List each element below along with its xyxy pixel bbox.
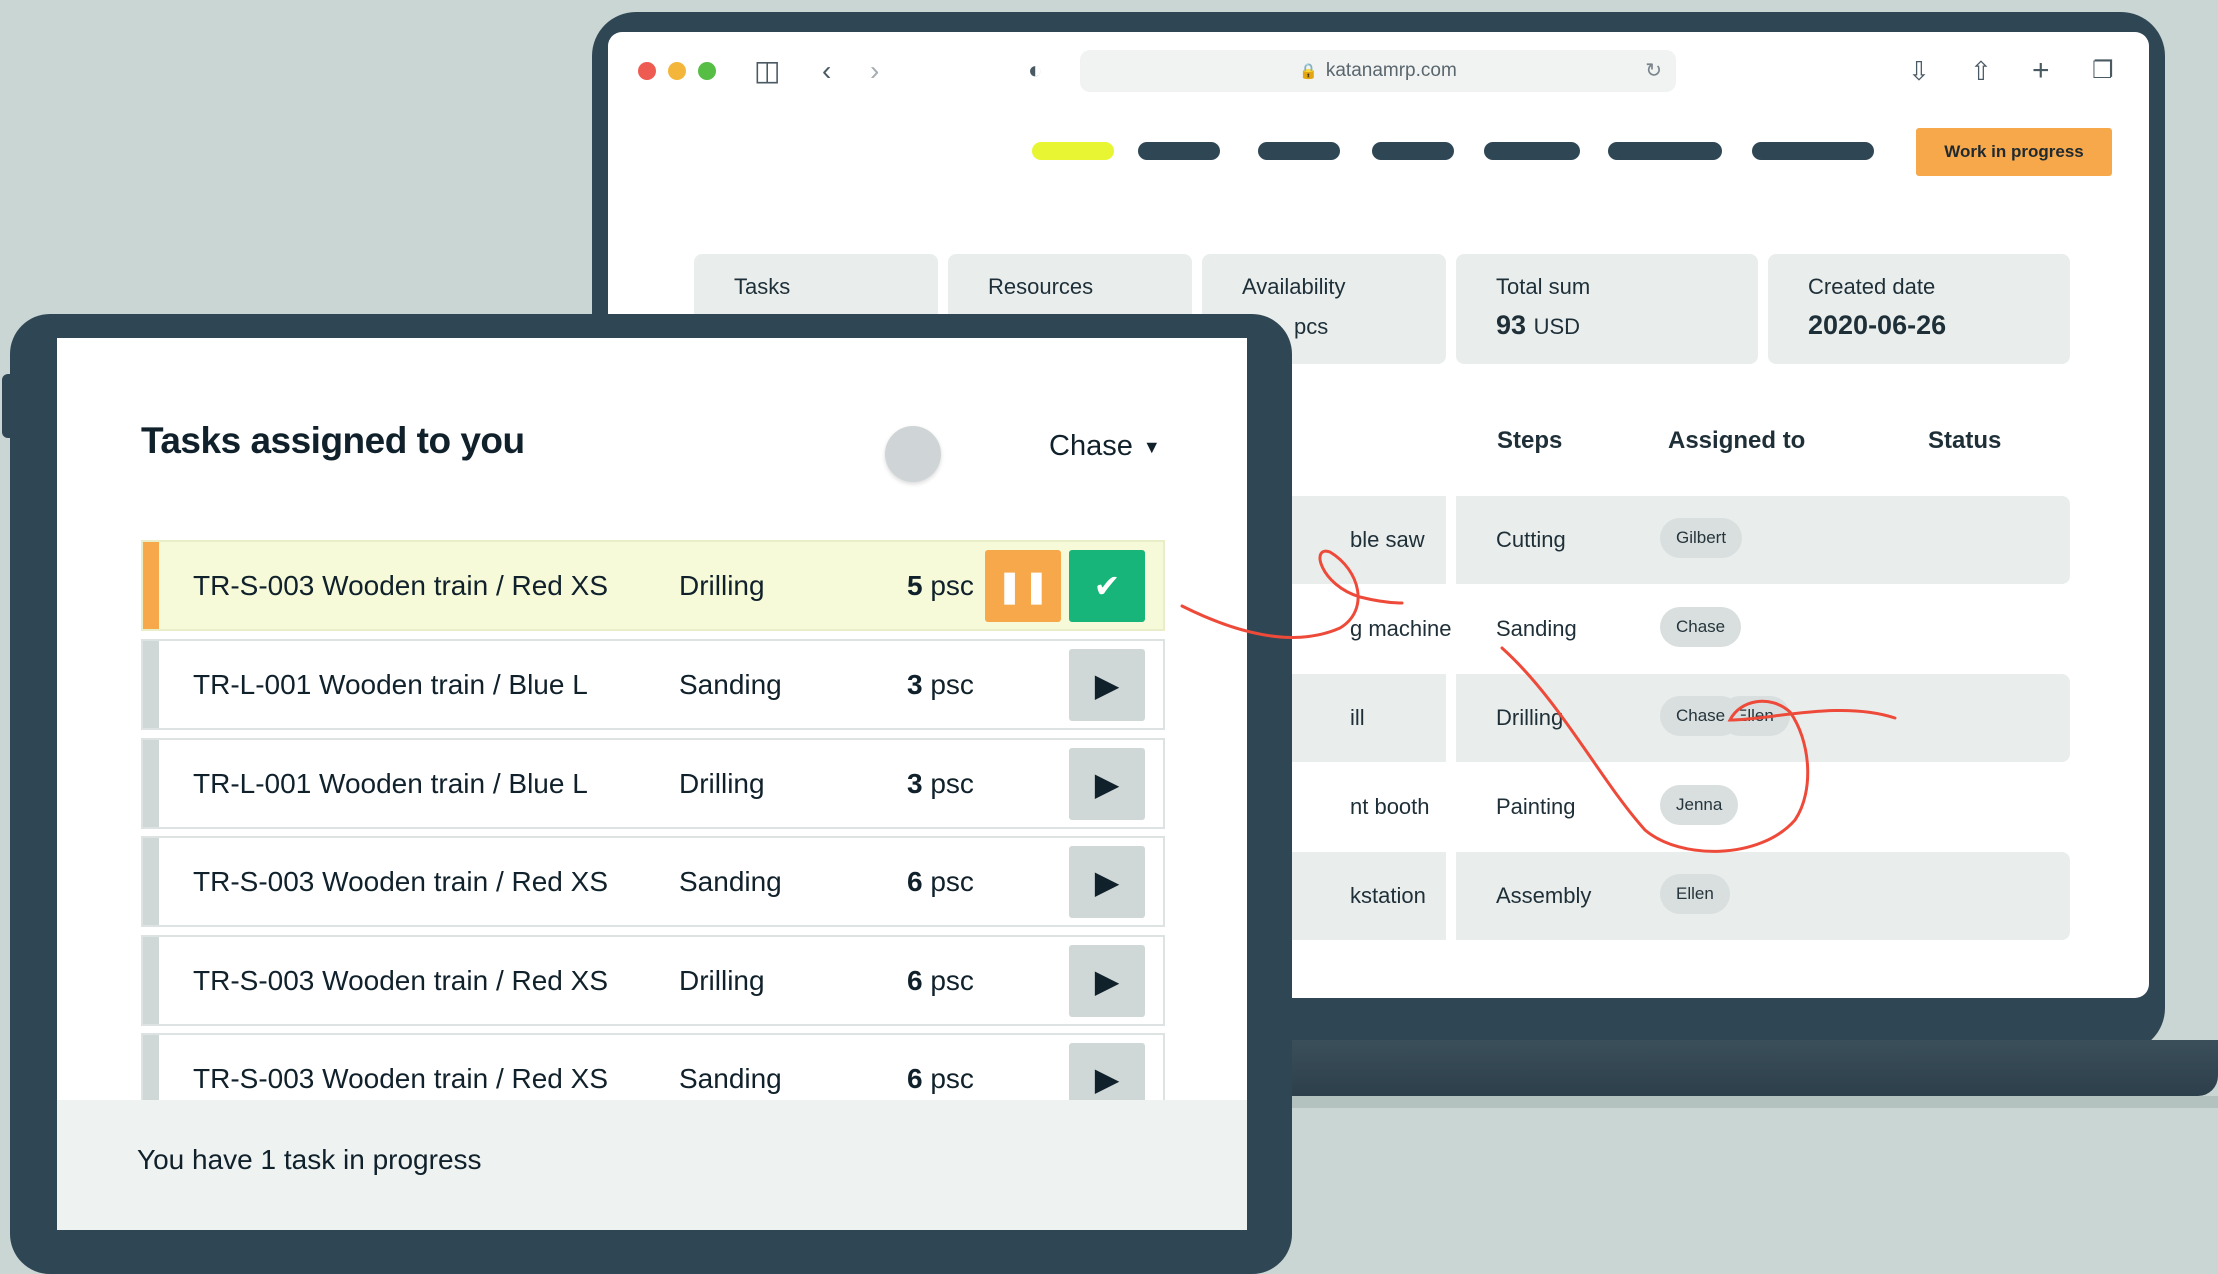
- page-title: Tasks assigned to you: [141, 420, 525, 461]
- reload-icon[interactable]: ↻: [1645, 58, 1662, 83]
- task-name: TR-S-003 Wooden train / Red XS: [193, 965, 609, 996]
- pause-button[interactable]: ❚❚: [985, 550, 1061, 622]
- resource-name: ill: [1350, 705, 1365, 730]
- created-date-label: Created date: [1808, 274, 1936, 299]
- task-quantity: 3 psc: [907, 768, 974, 799]
- resource-name: kstation: [1350, 883, 1426, 908]
- task-progress-summary: You have 1 task in progress: [137, 1144, 482, 1175]
- status-footer: You have 1 task in progress: [57, 1100, 1247, 1230]
- assignee-chip[interactable]: Chase: [1660, 607, 1742, 647]
- back-icon[interactable]: ‹: [822, 54, 831, 88]
- step-name: Assembly: [1496, 883, 1592, 908]
- tablet-screen: Tasks assigned to you Chase ▼ TR-S-003 Wo…: [57, 338, 1247, 1230]
- decorative-stroke: [0, 0, 2, 113]
- nav-item[interactable]: [1752, 142, 1874, 160]
- nav-item[interactable]: [1258, 142, 1340, 160]
- assigned-to-header: Assigned to: [1668, 427, 1806, 454]
- nav-item[interactable]: [1608, 142, 1722, 160]
- laptop-base-shadow: [1290, 1096, 2218, 1108]
- start-button[interactable]: ▶: [1069, 945, 1145, 1017]
- task-name: TR-L-001 Wooden train / Blue L: [193, 669, 588, 700]
- status-header: Status: [1928, 427, 2002, 454]
- assignee-chip[interactable]: Ellen: [1660, 874, 1730, 914]
- address-bar[interactable]: 🔒 katanamrp.com ↻: [1080, 50, 1676, 92]
- task-quantity: 5 psc: [907, 570, 974, 601]
- start-button[interactable]: ▶: [1069, 748, 1145, 820]
- nav-item[interactable]: [1484, 142, 1580, 160]
- task-step: Sanding: [679, 866, 782, 897]
- download-icon[interactable]: ⇩: [1908, 54, 1930, 88]
- browser-toolbar: ◫ ‹ › ◐ 🔒 katanamrp.com ↻ ⇩ ⇧ + ❐: [608, 32, 2149, 142]
- created-date-card: Created date 2020-06-26: [1768, 254, 2070, 364]
- task-status-stripe: [143, 641, 159, 728]
- step-name: Cutting: [1496, 527, 1566, 552]
- task-row[interactable]: TR-S-003 Wooden train / Red XS Drilling …: [141, 540, 1165, 631]
- step-name: Sanding: [1496, 616, 1577, 641]
- new-tab-icon[interactable]: +: [2032, 54, 2050, 88]
- resource-name: g machine: [1350, 616, 1452, 641]
- task-row[interactable]: TR-S-003 Wooden train / Red XS Sanding 6…: [141, 836, 1165, 927]
- task-step: Drilling: [679, 965, 765, 996]
- chevron-down-icon: ▼: [1142, 436, 1161, 457]
- nav-item[interactable]: [1372, 142, 1454, 160]
- step-name: Painting: [1496, 794, 1576, 819]
- zoom-window-button[interactable]: [698, 62, 716, 80]
- task-row[interactable]: TR-S-003 Wooden train / Red XS Drilling …: [141, 935, 1165, 1026]
- task-status-stripe: [143, 740, 159, 827]
- share-icon[interactable]: ⇧: [1970, 54, 1992, 88]
- start-button[interactable]: ▶: [1069, 846, 1145, 918]
- task-name: TR-S-003 Wooden train / Red XS: [193, 570, 609, 601]
- availability-value: pcs: [1294, 314, 1329, 339]
- total-sum-unit: USD: [1533, 314, 1581, 339]
- user-name: Chase: [1049, 430, 1133, 462]
- task-step: Drilling: [679, 768, 765, 799]
- user-dropdown[interactable]: Chase ▼: [1049, 430, 1161, 463]
- tabs-icon[interactable]: ❐: [2092, 54, 2114, 88]
- created-date-value: 2020-06-26: [1808, 310, 1947, 340]
- steps-header: Steps: [1497, 427, 1563, 454]
- availability-label: Availability: [1242, 274, 1346, 299]
- total-sum-label: Total sum: [1496, 274, 1591, 299]
- nav-item-active[interactable]: [1032, 142, 1114, 160]
- close-window-button[interactable]: [638, 62, 656, 80]
- tasks-label: Tasks: [734, 274, 791, 299]
- avatar[interactable]: [885, 426, 941, 482]
- nav-item[interactable]: [1138, 142, 1220, 160]
- forward-icon[interactable]: ›: [870, 54, 879, 88]
- task-quantity: 6 psc: [907, 965, 974, 996]
- task-name: TR-L-001 Wooden train / Blue L: [193, 768, 588, 799]
- complete-button[interactable]: ✔: [1069, 550, 1145, 622]
- start-button[interactable]: ▶: [1069, 649, 1145, 721]
- task-quantity: 6 psc: [907, 866, 974, 897]
- laptop-base: [1290, 1040, 2218, 1096]
- url-text: katanamrp.com: [1325, 60, 1457, 81]
- task-step: Sanding: [679, 669, 782, 700]
- task-quantity: 3 psc: [907, 669, 974, 700]
- task-step: Drilling: [679, 570, 765, 601]
- work-in-progress-button[interactable]: Work in progress: [1916, 128, 2112, 176]
- task-row[interactable]: TR-L-001 Wooden train / Blue L Drilling …: [141, 738, 1165, 829]
- assignee-chip[interactable]: Jenna: [1660, 785, 1739, 825]
- task-status-stripe: [143, 838, 159, 925]
- task-row[interactable]: TR-L-001 Wooden train / Blue L Sanding 3…: [141, 639, 1165, 730]
- resource-name: nt booth: [1350, 794, 1430, 819]
- assignee-chip[interactable]: Gilbert: [1660, 518, 1743, 558]
- task-status-stripe: [143, 542, 159, 629]
- total-sum-card: Total sum 93 USD: [1456, 254, 1758, 364]
- resources-label: Resources: [988, 274, 1094, 299]
- step-name: Drilling: [1496, 705, 1564, 730]
- sidebar-icon[interactable]: ◫: [754, 54, 780, 88]
- lock-icon: 🔒: [1299, 63, 1318, 80]
- task-status-stripe: [143, 937, 159, 1024]
- total-sum-value: 93: [1496, 310, 1527, 340]
- assignee-chip[interactable]: Chase: [1660, 696, 1742, 736]
- minimize-window-button[interactable]: [668, 62, 686, 80]
- shield-icon[interactable]: ◐: [1028, 54, 1043, 88]
- resource-name: ble saw: [1350, 527, 1425, 552]
- task-name: TR-S-003 Wooden train / Red XS: [193, 866, 609, 897]
